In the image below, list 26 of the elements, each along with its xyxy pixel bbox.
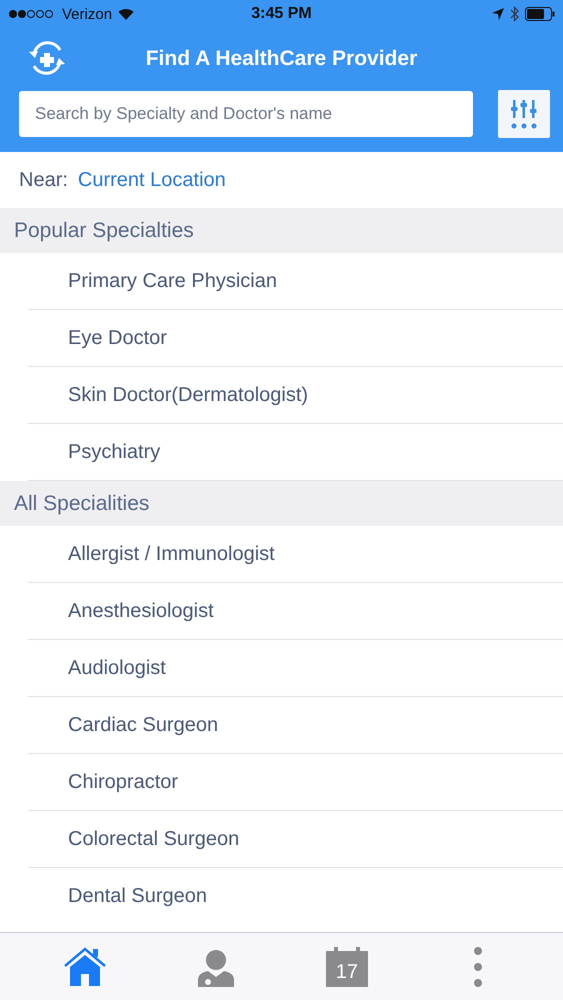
specialty-item[interactable]: Anesthesiologist: [28, 583, 563, 640]
search-field[interactable]: Search by Specialty and Doctor's name: [19, 91, 473, 137]
screen-title: Find A HealthCare Provider: [146, 47, 418, 71]
battery-icon: [525, 7, 555, 21]
specialty-item[interactable]: Allergist / Immunologist: [28, 526, 563, 583]
location-icon: [492, 8, 504, 20]
specialty-item[interactable]: Eye Doctor: [28, 310, 563, 367]
specialty-item[interactable]: Dental Surgeon: [28, 868, 563, 925]
section-header: Popular Specialties: [0, 208, 563, 253]
specialty-item[interactable]: Audiologist: [28, 640, 563, 697]
location-link[interactable]: Current Location: [78, 168, 226, 192]
carrier-name: Verizon: [62, 6, 112, 22]
section-header: All Specialities: [0, 481, 563, 526]
house-icon: [64, 946, 106, 986]
more-icon: [472, 946, 483, 988]
near-label: Near:: [19, 168, 68, 192]
specialty-item[interactable]: Primary Care Physician: [28, 253, 563, 310]
specialty-item[interactable]: Cardiac Surgeon: [28, 697, 563, 754]
specialty-item[interactable]: Chiropractor: [28, 754, 563, 811]
bluetooth-icon: [510, 6, 519, 22]
specialty-item[interactable]: Colorectal Surgeon: [28, 811, 563, 868]
specialty-item[interactable]: Skin Doctor(Dermatologist): [28, 367, 563, 424]
signal-icon: [8, 9, 56, 19]
wifi-icon: [118, 8, 134, 20]
filter-button[interactable]: [498, 90, 550, 138]
status-time: 3:45 PM: [251, 5, 312, 23]
